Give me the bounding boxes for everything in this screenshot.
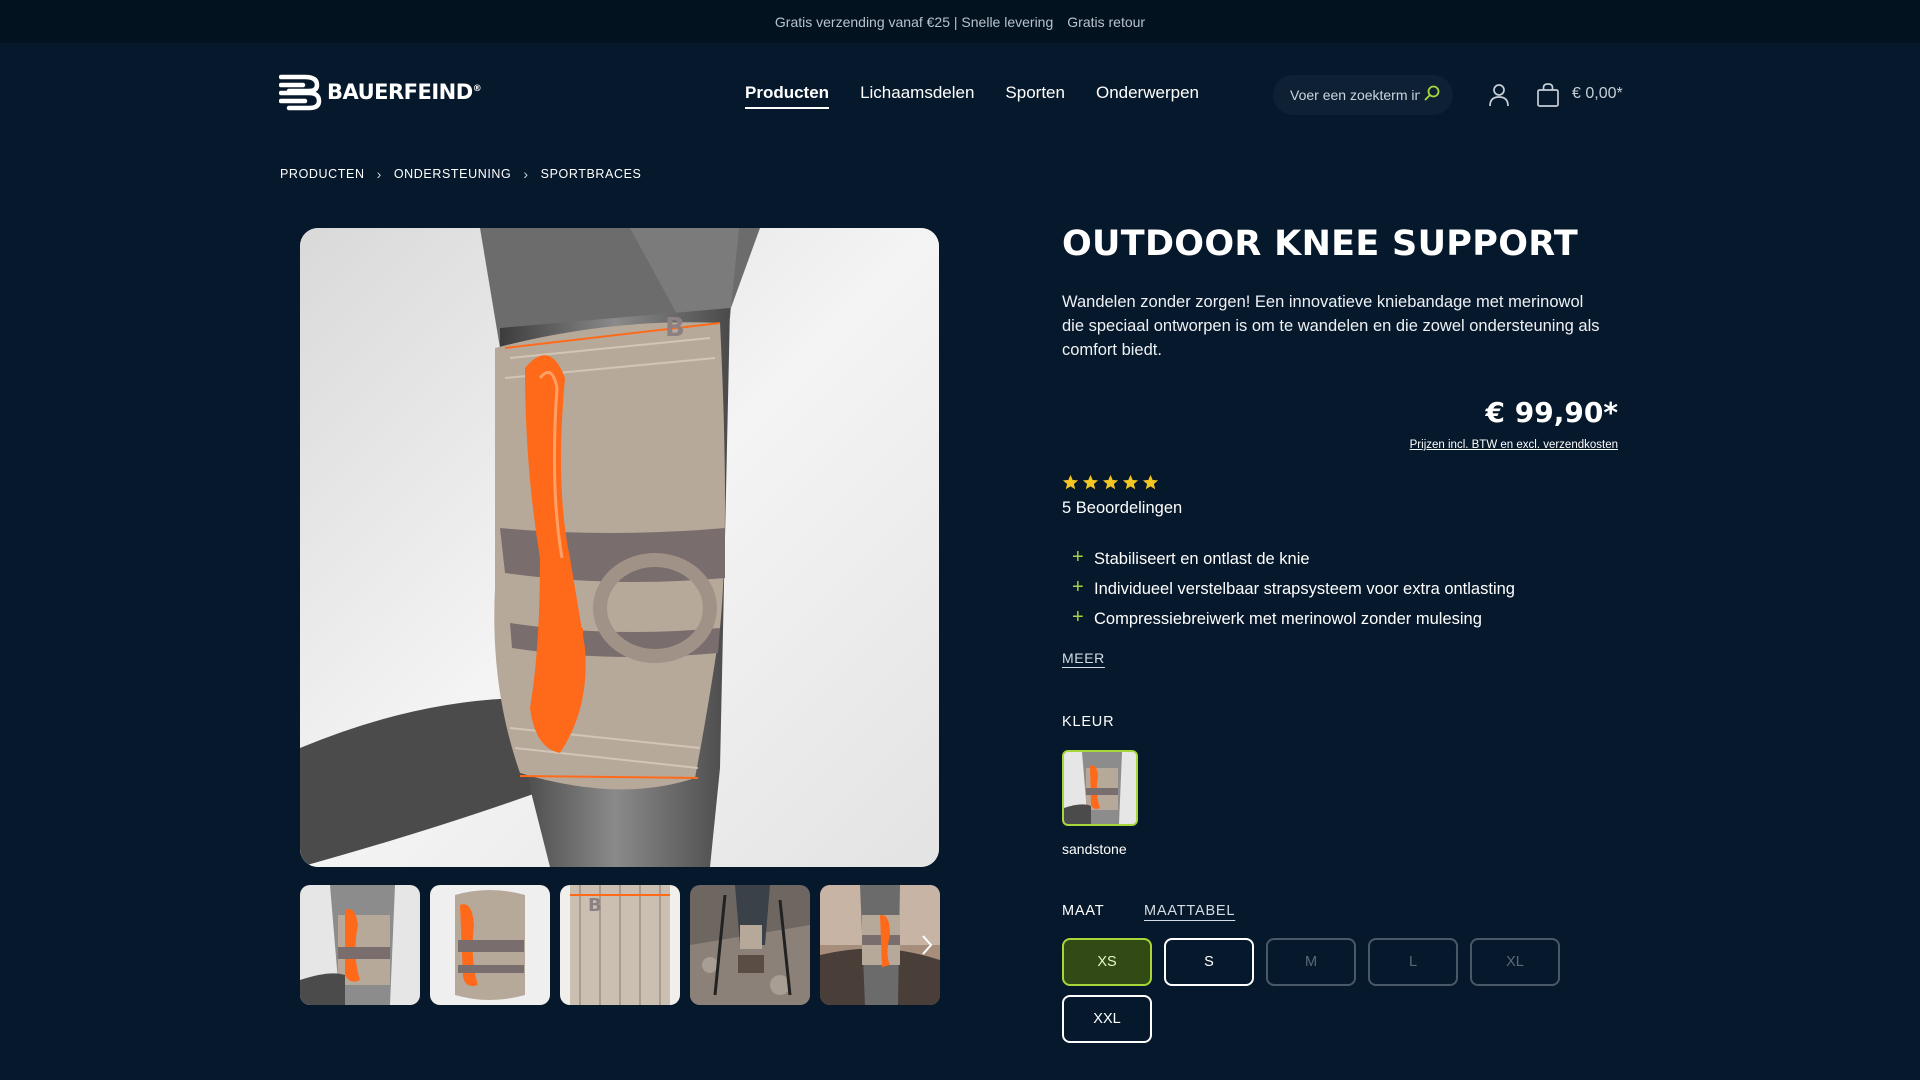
product-info: OUTDOOR KNEE SUPPORT Wandelen zonder zor… xyxy=(1062,224,1618,1043)
usp-list: + Stabiliseert en ontlast de knie + Indivi… xyxy=(1072,546,1515,639)
list-item: + Individueel verstelbaar strapsysteem vo… xyxy=(1072,576,1515,599)
breadcrumb-ondersteuning[interactable]: ONDERSTEUNING xyxy=(394,167,512,181)
size-option-xs[interactable]: XS xyxy=(1062,938,1152,986)
svg-text:B: B xyxy=(665,313,685,343)
thumbnail-1[interactable] xyxy=(300,885,420,1005)
plus-icon: + xyxy=(1072,546,1084,568)
price-note-link[interactable]: Prijzen incl. BTW en excl. verzendkosten xyxy=(1410,439,1618,451)
search-icon[interactable] xyxy=(1423,84,1441,107)
svg-text:B: B xyxy=(588,895,602,916)
star-icon xyxy=(1122,474,1139,490)
size-option-xxl[interactable]: XXL xyxy=(1062,995,1152,1043)
size-option-xl[interactable]: XL xyxy=(1470,938,1560,986)
chevron-right-icon[interactable] xyxy=(914,930,940,960)
announcement-bar: Gratis verzending vanaf €25 | Snelle lev… xyxy=(0,0,1920,43)
rating-stars[interactable] xyxy=(1062,474,1159,491)
reviews-link[interactable]: 5 Beoordelingen xyxy=(1062,499,1182,518)
breadcrumb-producten[interactable]: PRODUCTEN xyxy=(280,167,365,181)
thumbnail-4[interactable] xyxy=(690,885,810,1005)
chevron-right-icon: › xyxy=(376,166,382,182)
shipping-notice: Gratis verzending vanaf €25 | Snelle lev… xyxy=(774,13,1054,30)
breadcrumb: PRODUCTEN › ONDERSTEUNING › SPORTBRACES xyxy=(280,166,641,182)
product-price: € 99,90* xyxy=(1485,396,1618,429)
size-option-s[interactable]: S xyxy=(1164,938,1254,986)
size-label: MAAT xyxy=(1062,903,1105,919)
size-option-m[interactable]: M xyxy=(1266,938,1356,986)
returns-notice: Gratis retour xyxy=(1067,13,1146,30)
nav-onderwerpen[interactable]: Onderwerpen xyxy=(1096,83,1199,109)
nav-producten[interactable]: Producten xyxy=(745,83,830,109)
thumbnail-2[interactable] xyxy=(430,885,550,1005)
product-main-image[interactable]: B xyxy=(300,228,939,867)
usp-text: Compressiebreiwerk met merinowol zonder … xyxy=(1094,610,1482,628)
product-title: OUTDOOR KNEE SUPPORT xyxy=(1062,224,1579,264)
cart-total[interactable]: € 0,00* xyxy=(1572,85,1623,103)
site-header: BAUERFEIND® Producten Lichaamsdelen Spor… xyxy=(0,43,1920,143)
brand-mark-icon xyxy=(279,74,322,111)
star-icon xyxy=(1082,474,1099,490)
brand-name: BAUERFEIND® xyxy=(327,80,482,104)
nav-sporten[interactable]: Sporten xyxy=(1005,83,1065,109)
usp-text: Stabiliseert en ontlast de knie xyxy=(1094,550,1310,568)
search-box xyxy=(1273,75,1453,115)
shopping-bag-icon[interactable] xyxy=(1535,81,1561,109)
thumbnail-3[interactable]: B xyxy=(560,885,680,1005)
search-input[interactable] xyxy=(1290,87,1420,103)
color-label: KLEUR xyxy=(1062,714,1115,730)
star-icon xyxy=(1142,474,1159,490)
usp-text: Individueel verstelbaar strapsysteem voo… xyxy=(1094,580,1515,598)
user-icon[interactable] xyxy=(1486,81,1512,109)
list-item: + Stabiliseert en ontlast de knie xyxy=(1072,546,1515,569)
star-icon xyxy=(1102,474,1119,490)
chevron-right-icon: › xyxy=(523,166,529,182)
size-chart-link[interactable]: MAATTABEL xyxy=(1144,903,1235,919)
product-description: Wandelen zonder zorgen! Een innovatieve … xyxy=(1062,293,1600,359)
more-link[interactable]: MEER xyxy=(1062,650,1105,666)
color-name: sandstone xyxy=(1062,841,1127,857)
brand-logo[interactable]: BAUERFEIND® xyxy=(279,73,482,111)
plus-icon: + xyxy=(1072,606,1084,628)
color-swatch-sandstone[interactable] xyxy=(1062,750,1138,826)
main-nav: Producten Lichaamsdelen Sporten Onderwer… xyxy=(745,83,1199,109)
plus-icon: + xyxy=(1072,576,1084,598)
breadcrumb-sportbraces[interactable]: SPORTBRACES xyxy=(541,167,642,181)
thumbnail-strip: B xyxy=(300,885,940,1005)
nav-lichaamsdelen[interactable]: Lichaamsdelen xyxy=(860,83,974,109)
list-item: + Compressiebreiwerk met merinowol zonder… xyxy=(1072,606,1515,629)
size-option-l[interactable]: L xyxy=(1368,938,1458,986)
star-icon xyxy=(1062,474,1079,490)
